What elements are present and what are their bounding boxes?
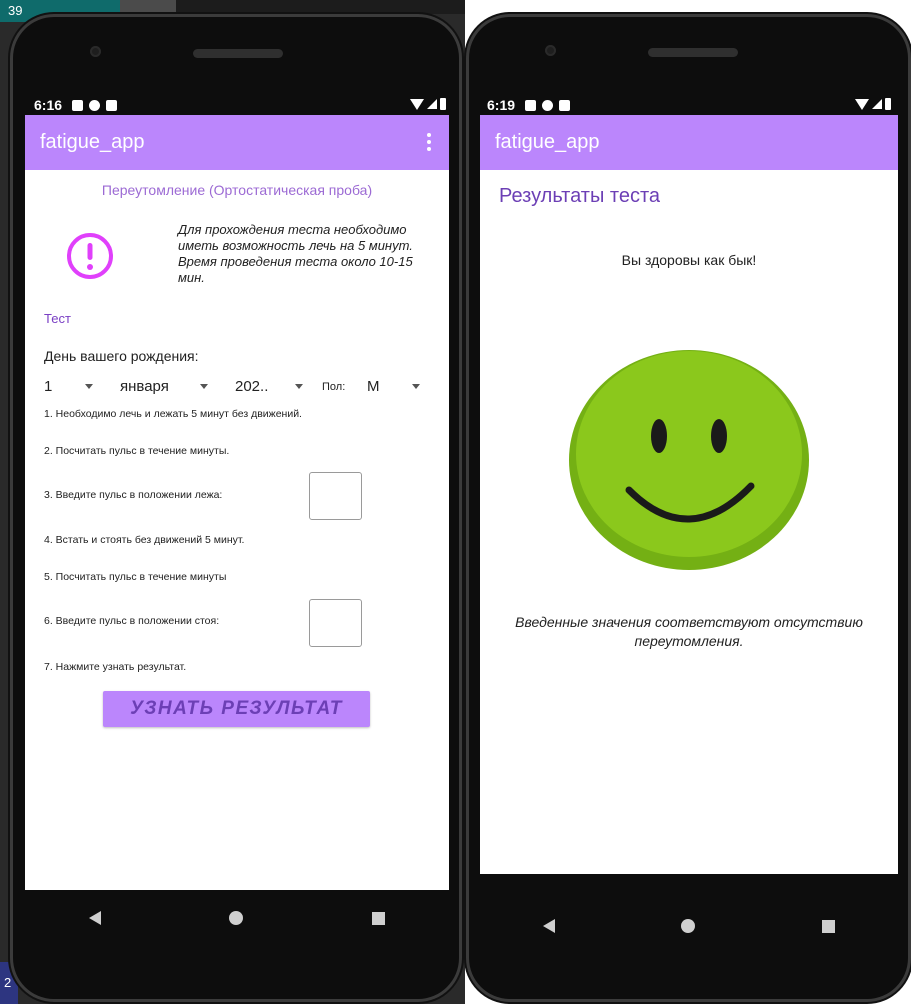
step-text: 3. Введите пульс в положении лежа:: [44, 489, 223, 501]
battery-icon: [885, 98, 891, 110]
chevron-down-icon[interactable]: [295, 384, 303, 389]
earpiece-speaker: [193, 49, 283, 58]
home-circle-icon[interactable]: [229, 911, 244, 925]
status-bar: 6:16: [34, 94, 446, 116]
front-camera: [545, 45, 556, 56]
background-gap: [120, 0, 176, 14]
month-select[interactable]: января: [120, 378, 169, 395]
results-title: Результаты теста: [499, 185, 661, 207]
gender-select[interactable]: М: [367, 378, 380, 395]
pulse-standing-input[interactable]: [309, 599, 362, 647]
chevron-down-icon[interactable]: [412, 384, 420, 389]
pulse-lying-input[interactable]: [309, 472, 362, 520]
notification-icon: [525, 99, 537, 111]
navigation-bar: [25, 890, 449, 946]
day-select[interactable]: 1: [44, 378, 52, 395]
smiley-face-icon: [569, 350, 809, 570]
step-text: 4. Встать и стоять без движений 5 минут.: [44, 534, 245, 546]
screen-test-form: fatigue_app Переутомление (Ортостатическ…: [25, 115, 449, 890]
get-result-button[interactable]: УЗНАТЬ РЕЗУЛЬТАТ: [103, 691, 370, 727]
step-text: 6. Введите пульс в положении стоя:: [44, 615, 220, 627]
background-band: [176, 0, 465, 14]
app-bar: fatigue_app: [480, 115, 898, 170]
back-triangle-icon[interactable]: [543, 919, 556, 933]
result-headline: Вы здоровы как бык!: [621, 252, 757, 268]
app-bar: fatigue_app: [25, 115, 449, 170]
notification-icon: [542, 99, 554, 111]
navigation-bar: [480, 898, 898, 954]
step-text: 5. Посчитать пульс в течение минуты: [44, 571, 227, 583]
test-label: Тест: [44, 311, 71, 326]
chevron-down-icon[interactable]: [85, 384, 93, 389]
cellular-icon: [872, 99, 882, 109]
recents-square-icon[interactable]: [821, 919, 835, 933]
cellular-icon: [427, 99, 437, 109]
notification-icon: [89, 99, 101, 111]
wifi-icon: [410, 98, 424, 110]
chevron-down-icon[interactable]: [200, 384, 208, 389]
year-select[interactable]: 202..: [235, 378, 268, 395]
battery-icon: [440, 98, 446, 110]
wifi-icon: [855, 98, 869, 110]
sd-card-icon: [106, 99, 118, 111]
screen-results: fatigue_app Результаты теста Вы здоровы …: [480, 115, 898, 874]
phone-right: 6:19 fatigue_app Результаты теста Вы здо…: [466, 14, 911, 1002]
back-triangle-icon[interactable]: [89, 911, 102, 925]
exclamation-circle-icon: [67, 233, 113, 279]
step-text: 2. Посчитать пульс в течение минуты.: [44, 445, 230, 457]
status-time: 6:19: [487, 97, 516, 113]
status-time: 6:16: [34, 97, 63, 113]
more-vert-icon[interactable]: [427, 133, 431, 154]
status-bar: 6:19: [487, 94, 891, 116]
recents-square-icon[interactable]: [371, 911, 385, 925]
front-camera: [90, 46, 101, 57]
phone-left: 6:16 fatigue_app Переутомление (Ортостат…: [10, 14, 462, 1002]
step-text: 1. Необходимо лечь и лежать 5 минут без …: [44, 408, 302, 420]
page-subtitle: Переутомление (Ортостатическая проба): [101, 182, 373, 198]
info-text: Для прохождения теста необходимо иметь в…: [178, 222, 413, 285]
app-title: fatigue_app: [40, 131, 145, 153]
home-circle-icon[interactable]: [681, 919, 696, 933]
notification-icon: [72, 99, 84, 111]
step-text: 7. Нажмите узнать результат.: [44, 661, 187, 673]
app-title: fatigue_app: [495, 131, 600, 153]
sd-card-icon: [559, 99, 571, 111]
result-conclusion: Введенные значения соответствуют отсутст…: [515, 614, 863, 649]
birthday-label: День вашего рождения:: [44, 348, 199, 364]
gender-label: Пол:: [322, 381, 346, 393]
earpiece-speaker: [648, 48, 738, 57]
